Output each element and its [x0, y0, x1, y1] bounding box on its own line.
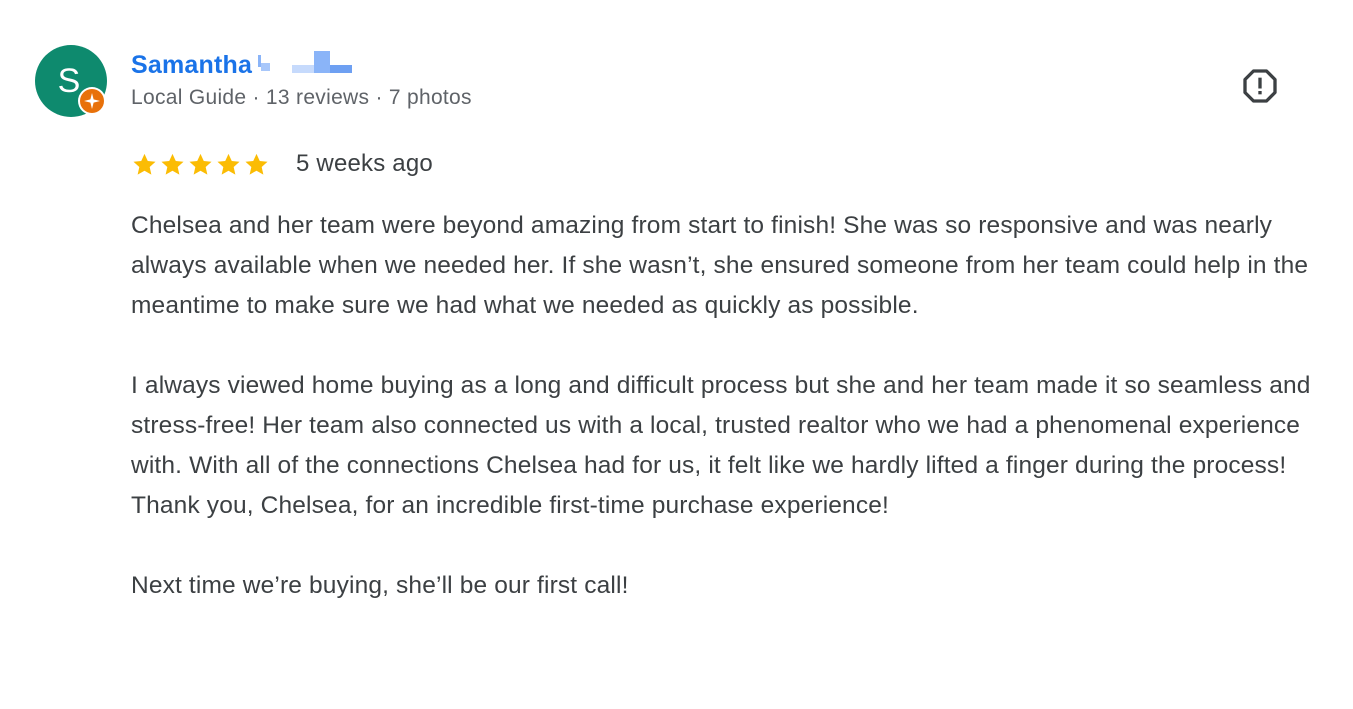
star-icon [161, 153, 184, 175]
star-icon [133, 153, 156, 175]
star-rating [131, 151, 270, 178]
rating-row: 5 weeks ago [131, 150, 433, 178]
star-icon [189, 153, 212, 175]
review-card: S Samantha Local Guide · 13 reviews · 7 … [0, 0, 1353, 709]
report-button[interactable] [1238, 64, 1282, 108]
review-text: Chelsea and her team were beyond amazing… [131, 206, 1321, 606]
star-icon [217, 153, 240, 175]
star-icon [245, 153, 268, 175]
local-guide-badge-icon [78, 87, 106, 115]
review-paragraph: Chelsea and her team were beyond amazing… [131, 212, 1309, 319]
review-paragraph: I always viewed home buying as a long an… [131, 372, 1311, 519]
reviewer-name-row: Samantha [131, 47, 358, 83]
report-flag-icon [1243, 69, 1277, 103]
name-redaction [258, 47, 358, 83]
reviewer-meta: Local Guide · 13 reviews · 7 photos [131, 86, 472, 109]
reviewer-name[interactable]: Samantha [131, 51, 252, 80]
review-date: 5 weeks ago [296, 150, 433, 177]
review-paragraph: Next time we’re buying, she’ll be our fi… [131, 572, 629, 599]
avatar-initial: S [57, 62, 81, 100]
